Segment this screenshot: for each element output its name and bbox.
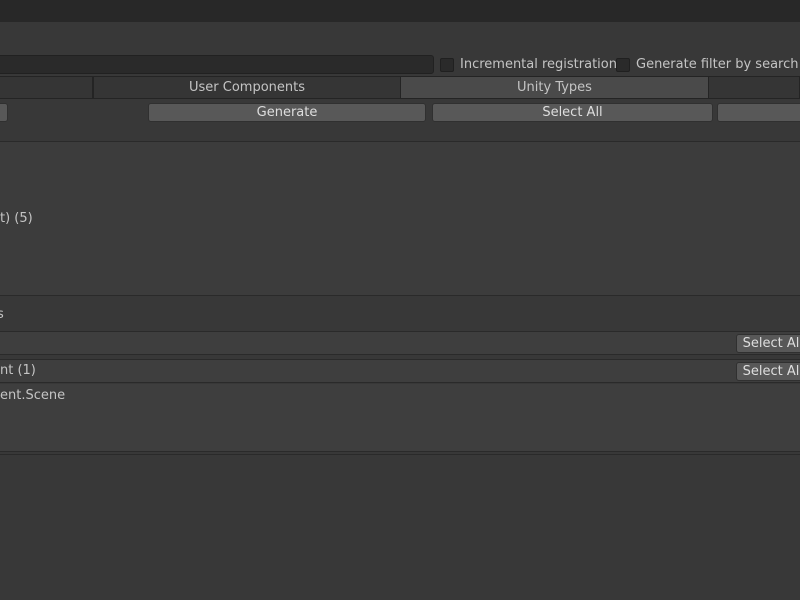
row-select-all-label: Select Al — [742, 364, 800, 379]
row-select-all-label: Select Al — [742, 336, 800, 351]
types-list-item[interactable]: t) (5) — [0, 211, 33, 226]
tab-bar: User Components Unity Types — [0, 76, 800, 99]
incremental-registration-option[interactable]: Incremental registration — [440, 55, 617, 74]
incremental-registration-checkbox[interactable] — [440, 57, 454, 72]
tab-user-components-label: User Components — [188, 80, 305, 95]
incremental-registration-label: Incremental registration — [460, 57, 617, 72]
divider — [0, 454, 800, 455]
right-partial-button[interactable] — [717, 103, 800, 122]
list-row[interactable]: Select Al — [0, 331, 800, 355]
tab-unity-types[interactable]: Unity Types — [401, 76, 709, 99]
tab-first[interactable] — [0, 76, 93, 99]
generate-filter-option[interactable]: Generate filter by search — [616, 55, 798, 74]
tab-user-components[interactable]: User Components — [93, 76, 401, 99]
left-partial-button[interactable] — [0, 103, 8, 122]
row-select-all-button[interactable]: Select Al — [736, 334, 800, 353]
select-all-button[interactable]: Select All — [432, 103, 713, 122]
generate-filter-label: Generate filter by search — [636, 57, 799, 72]
search-input[interactable] — [0, 55, 434, 74]
types-list-panel: t) (5) — [0, 141, 800, 296]
select-all-button-label: Select All — [542, 105, 603, 120]
list-row[interactable]: nt (1) Select Al — [0, 359, 800, 383]
toolbar-strip — [0, 22, 800, 52]
generate-button[interactable]: Generate — [148, 103, 426, 122]
generate-button-label: Generate — [256, 105, 318, 120]
generate-filter-checkbox[interactable] — [616, 57, 630, 72]
detail-panel: ent.Scene — [0, 384, 800, 452]
row-select-all-button[interactable]: Select Al — [736, 362, 800, 381]
detail-item[interactable]: ent.Scene — [0, 388, 65, 403]
window-title-bar — [0, 0, 800, 22]
tab-unity-types-label: Unity Types — [517, 80, 592, 95]
tab-last[interactable] — [709, 76, 800, 99]
list-row-label: nt (1) — [0, 363, 36, 378]
section-header: s — [0, 307, 4, 322]
